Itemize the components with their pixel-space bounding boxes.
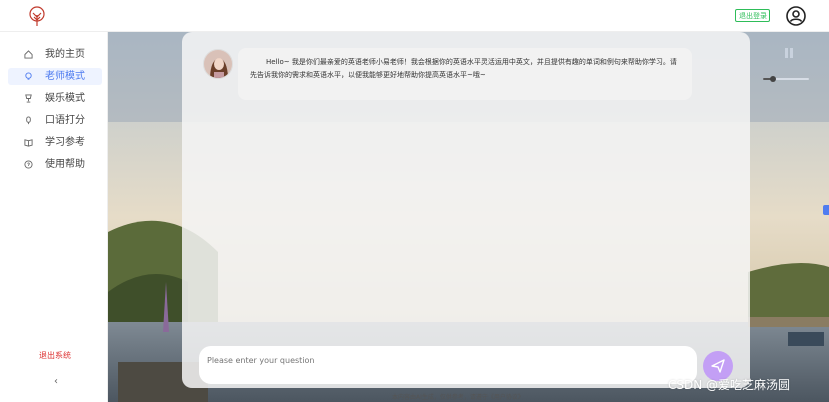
teacher-message-bubble: Hello~ 我是你们最亲爱的英语老师小易老师！我会根据你的英语水平灵活运用中英… bbox=[238, 48, 692, 100]
tree-logo-icon bbox=[29, 6, 45, 26]
collapse-sidebar-icon[interactable]: ‹ bbox=[50, 376, 62, 388]
sidebar-item-home[interactable]: 我的主页 bbox=[8, 46, 102, 63]
volume-slider[interactable] bbox=[763, 67, 809, 82]
sidebar-item-entertainment-mode[interactable]: 娱乐模式 bbox=[8, 90, 102, 107]
logout-badge[interactable]: 退出登录 bbox=[735, 9, 770, 22]
teacher-avatar bbox=[203, 49, 233, 79]
top-bar: 退出登录 bbox=[0, 0, 829, 32]
user-avatar-icon[interactable] bbox=[786, 6, 806, 26]
ai-disclaimer: 本内容由AI生成，仅供参考，请遵守《用户协议》 bbox=[392, 394, 524, 401]
trophy-icon bbox=[25, 94, 32, 103]
sidebar-item-label: 口语打分 bbox=[45, 115, 85, 126]
book-icon bbox=[24, 139, 33, 147]
question-input-box bbox=[199, 346, 697, 384]
sidebar: 我的主页 老师模式 娱乐模式 口语打分 学习参考 使用帮助 退出系统 ‹ bbox=[0, 32, 108, 402]
sidebar-item-label: 学习参考 bbox=[45, 137, 85, 148]
sidebar-item-teacher-mode[interactable]: 老师模式 bbox=[8, 68, 102, 85]
mic-icon bbox=[26, 116, 31, 125]
sidebar-item-help[interactable]: 使用帮助 bbox=[8, 156, 102, 173]
sidebar-item-label: 使用帮助 bbox=[45, 159, 85, 170]
csdn-watermark: CSDN @爱吃芝麻汤圆 bbox=[668, 378, 791, 392]
exit-system-link[interactable]: 退出系统 bbox=[39, 350, 71, 361]
help-icon bbox=[24, 160, 33, 169]
sidebar-item-study-reference[interactable]: 学习参考 bbox=[8, 134, 102, 151]
home-icon bbox=[24, 50, 33, 59]
sidebar-item-label: 娱乐模式 bbox=[45, 93, 85, 104]
teacher-message-text: Hello~ 我是你们最亲爱的英语老师小易老师！我会根据你的英语水平灵活运用中英… bbox=[250, 58, 677, 79]
sidebar-item-speaking-score[interactable]: 口语打分 bbox=[8, 112, 102, 129]
question-input[interactable] bbox=[205, 352, 679, 368]
side-edge-tab[interactable] bbox=[823, 205, 829, 215]
pause-icon[interactable] bbox=[783, 44, 795, 58]
bulb-icon bbox=[25, 72, 32, 80]
sidebar-item-label: 老师模式 bbox=[45, 71, 85, 82]
sidebar-item-label: 我的主页 bbox=[45, 49, 85, 60]
